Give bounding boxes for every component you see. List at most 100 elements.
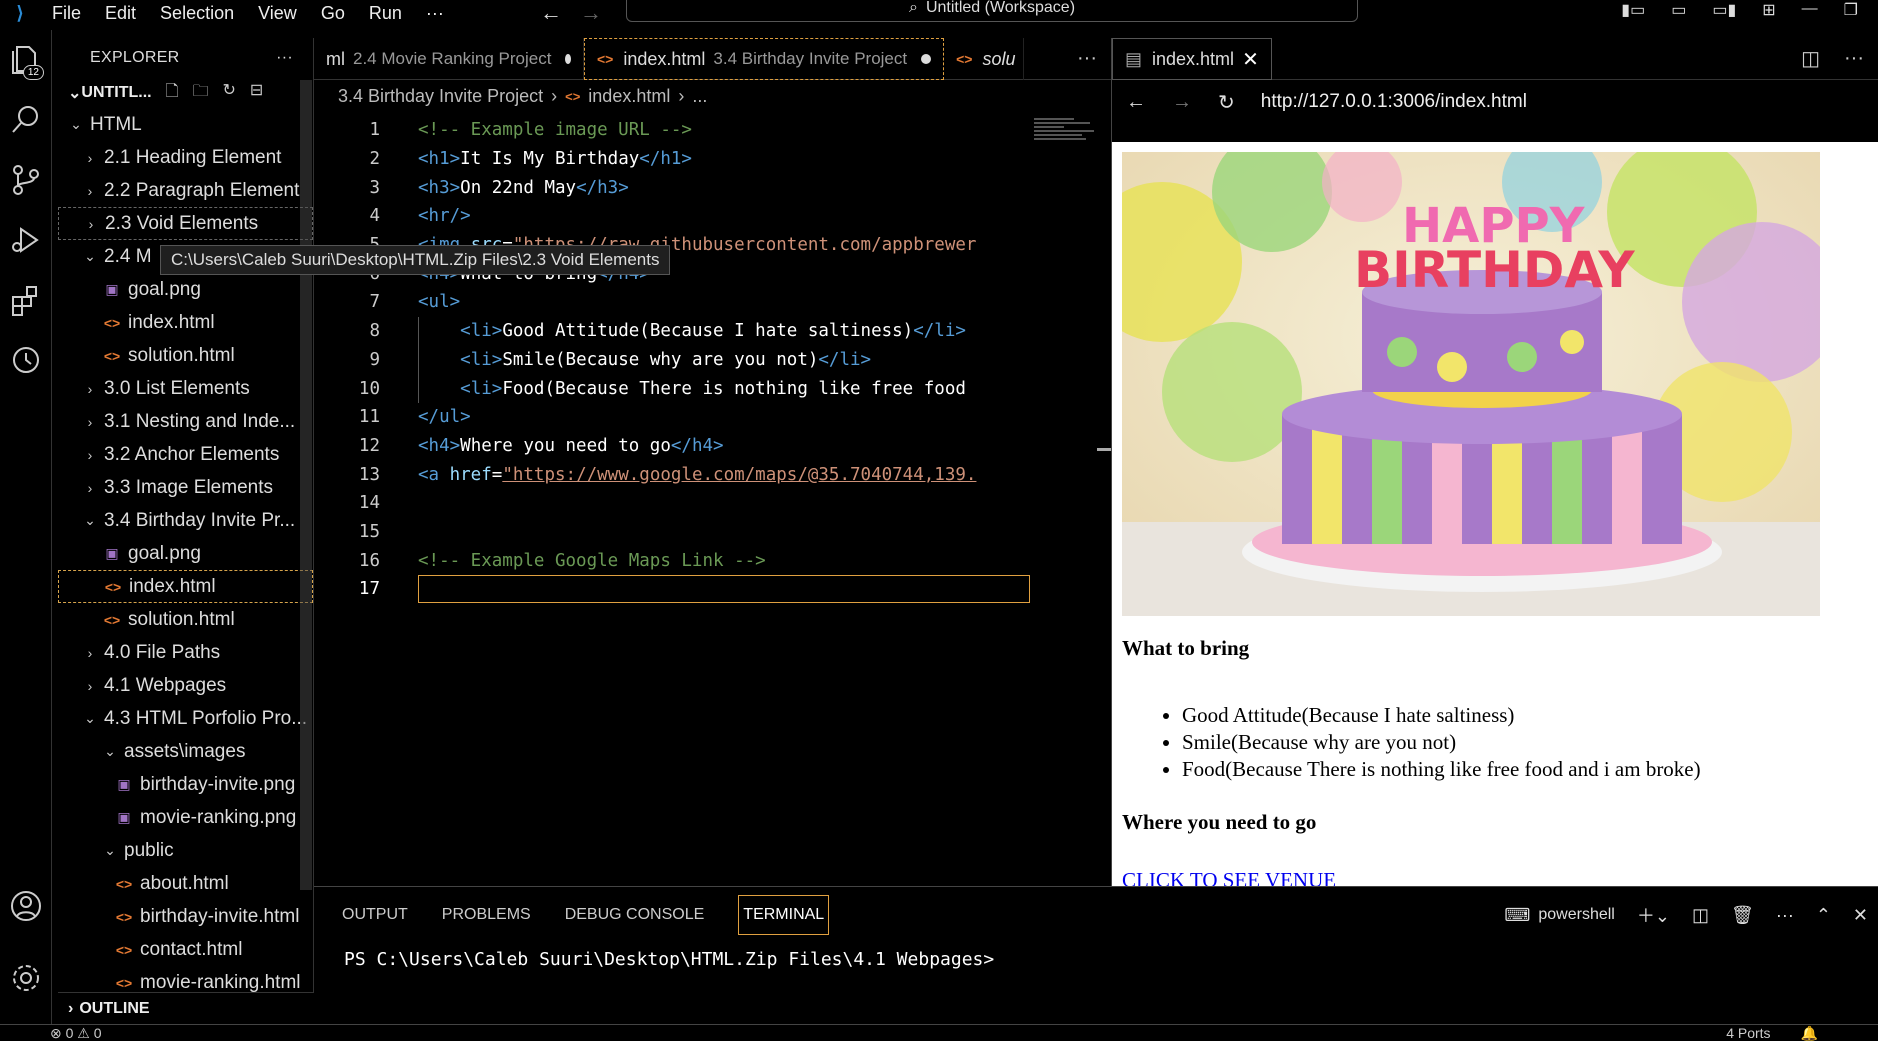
- editor-scrollbar[interactable]: [1097, 118, 1111, 886]
- panel-more-icon[interactable]: ···: [1776, 905, 1794, 926]
- tree-item[interactable]: ⌄ HTML: [58, 108, 313, 141]
- panel-tab-debug-console[interactable]: DEBUG CONSOLE: [565, 906, 705, 924]
- tree-item[interactable]: ⌄ assets\images: [58, 735, 313, 768]
- tab-movie-ranking[interactable]: ml 2.4 Movie Ranking Project: [314, 38, 584, 80]
- menu-run[interactable]: Run: [357, 4, 414, 22]
- code-line[interactable]: 3 <h3>On 22nd May</h3>: [314, 173, 1094, 202]
- tree-item[interactable]: › 4.0 File Paths: [58, 636, 313, 669]
- code-line[interactable]: 7 <ul>: [314, 288, 1094, 317]
- menu-view[interactable]: View: [246, 4, 309, 22]
- code-line[interactable]: 13 <a href="https://www.google.com/maps/@…: [314, 460, 1094, 489]
- explorer-icon[interactable]: 12: [6, 40, 46, 80]
- minimap[interactable]: [1034, 118, 1104, 158]
- extensions-icon[interactable]: [6, 280, 46, 320]
- tree-item[interactable]: ▣ goal.png: [58, 537, 313, 570]
- code-line[interactable]: 14: [314, 489, 1094, 518]
- tree-item[interactable]: <> solution.html: [58, 603, 313, 636]
- close-panel-icon[interactable]: ✕: [1853, 905, 1868, 926]
- tree-item[interactable]: › 3.2 Anchor Elements: [58, 438, 313, 471]
- code-line[interactable]: 1 <!-- Example image URL -->: [314, 116, 1094, 145]
- settings-gear-icon[interactable]: [6, 958, 46, 998]
- tree-item[interactable]: <> contact.html: [58, 933, 313, 966]
- tree-item[interactable]: ⌄ 4.3 HTML Porfolio Pro...: [58, 702, 313, 735]
- code-line[interactable]: 10 <li>Food(Because There is nothing lik…: [314, 374, 1094, 403]
- new-terminal-icon[interactable]: ＋⌄: [1637, 902, 1670, 928]
- venue-link[interactable]: CLICK TO SEE VENUE: [1122, 868, 1336, 886]
- tree-item[interactable]: <> birthday-invite.html: [58, 900, 313, 933]
- tree-item[interactable]: › 2.3 Void Elements: [58, 207, 313, 240]
- maximize-panel-icon[interactable]: ⌃: [1816, 905, 1831, 926]
- code-line[interactable]: 8 <li>Good Attitude(Because I hate salti…: [314, 317, 1094, 346]
- code-line[interactable]: 15: [314, 518, 1094, 547]
- panel-tab-problems[interactable]: PROBLEMS: [442, 906, 531, 924]
- tab-birthday-index[interactable]: <> index.html 3.4 Birthday Invite Projec…: [584, 38, 945, 80]
- ports-status[interactable]: 4 Ports: [1726, 1025, 1770, 1041]
- tree-item[interactable]: ⌄ 3.4 Birthday Invite Pr...: [58, 504, 313, 537]
- menu-file[interactable]: File: [40, 4, 93, 22]
- panel-tab-terminal[interactable]: TERMINAL: [738, 895, 830, 935]
- outline-section[interactable]: › OUTLINE: [58, 992, 314, 1024]
- menu-go[interactable]: Go: [309, 4, 357, 22]
- code-line[interactable]: 12 <h4>Where you need to go</h4>: [314, 432, 1094, 461]
- tree-item[interactable]: ▣ movie-ranking.png: [58, 801, 313, 834]
- tree-item[interactable]: › 2.1 Heading Element: [58, 141, 313, 174]
- toggle-sidebar-icon[interactable]: ▮▭: [1621, 0, 1645, 20]
- tree-item[interactable]: <> about.html: [58, 867, 313, 900]
- tree-item[interactable]: › 3.1 Nesting and Inde...: [58, 405, 313, 438]
- minimize-icon[interactable]: —: [1802, 0, 1818, 20]
- notifications-icon[interactable]: 🔔: [1801, 1025, 1818, 1041]
- layout-icon[interactable]: ⊞: [1762, 0, 1775, 20]
- new-folder-icon[interactable]: 🗀: [193, 80, 209, 107]
- forward-arrow-icon[interactable]: →: [580, 0, 602, 26]
- toggle-panel-icon[interactable]: ▭: [1671, 0, 1686, 20]
- collapse-all-icon[interactable]: ⊟: [250, 80, 263, 107]
- panel-tab-output[interactable]: OUTPUT: [342, 906, 408, 924]
- dirty-dot-icon[interactable]: [921, 54, 932, 64]
- tree-item[interactable]: ▣ birthday-invite.png: [58, 768, 313, 801]
- tree-item[interactable]: › 3.3 Image Elements: [58, 471, 313, 504]
- command-center[interactable]: ⌕ Untitled (Workspace): [626, 0, 1358, 22]
- more-actions-icon[interactable]: ···: [1844, 47, 1864, 70]
- tree-item[interactable]: › 2.2 Paragraph Element: [58, 174, 313, 207]
- breadcrumb-file[interactable]: index.html: [588, 86, 670, 107]
- workspace-header[interactable]: ⌄ UNTITL... 🗋 🗀 ↻ ⊟: [58, 78, 313, 108]
- code-line[interactable]: 17: [314, 575, 1094, 604]
- url-input[interactable]: http://127.0.0.1:3006/index.html: [1261, 91, 1527, 113]
- account-icon[interactable]: [6, 886, 46, 926]
- timeline-icon[interactable]: [6, 340, 46, 380]
- terminal-output[interactable]: PS C:\Users\Caleb Suuri\Desktop\HTML.Zip…: [314, 943, 1878, 976]
- split-terminal-icon[interactable]: ◫: [1692, 905, 1709, 926]
- search-icon[interactable]: [6, 100, 46, 140]
- restore-icon[interactable]: ❐: [1844, 0, 1858, 20]
- code-line[interactable]: 2 <h1>It Is My Birthday</h1>: [314, 145, 1094, 174]
- close-icon[interactable]: ✕: [1242, 47, 1259, 72]
- source-control-icon[interactable]: [6, 160, 46, 200]
- menu-more[interactable]: ···: [414, 4, 456, 22]
- tab-solution[interactable]: <> solu: [944, 38, 1025, 80]
- kill-terminal-icon[interactable]: 🗑: [1731, 905, 1754, 926]
- tree-item[interactable]: <> index.html: [58, 306, 313, 339]
- explorer-more-button[interactable]: ···: [276, 49, 293, 67]
- sidebar-scrollbar[interactable]: [300, 80, 312, 890]
- back-arrow-icon[interactable]: ←: [540, 0, 562, 26]
- tree-item[interactable]: › 3.0 List Elements: [58, 372, 313, 405]
- tabs-more-button[interactable]: ···: [1063, 38, 1111, 79]
- code-line[interactable]: 16 <!-- Example Google Maps Link -->: [314, 546, 1094, 575]
- terminal-shell-selector[interactable]: ⌨ powershell: [1504, 905, 1614, 926]
- reload-icon[interactable]: ↻: [1218, 90, 1235, 115]
- code-line[interactable]: 4 <hr/>: [314, 202, 1094, 231]
- code-line[interactable]: 11 </ul>: [314, 403, 1094, 432]
- toggle-secondary-sidebar-icon[interactable]: ▭▮: [1712, 0, 1736, 20]
- refresh-icon[interactable]: ↻: [223, 80, 236, 107]
- tree-item[interactable]: ⌄ public: [58, 834, 313, 867]
- split-editor-icon[interactable]: ◫: [1801, 46, 1820, 71]
- new-file-icon[interactable]: 🗋: [166, 80, 179, 107]
- code-editor[interactable]: 1 <!-- Example image URL --> 2 <h1>It Is My…: [314, 116, 1094, 886]
- breadcrumb-symbol[interactable]: ...: [692, 86, 707, 107]
- problems-status[interactable]: ⊗ 0 ⚠ 0: [50, 1025, 102, 1041]
- breadcrumb-folder[interactable]: 3.4 Birthday Invite Project: [338, 86, 543, 107]
- menu-edit[interactable]: Edit: [93, 4, 148, 22]
- tab-preview-index[interactable]: ▤ index.html ✕: [1112, 38, 1272, 80]
- browser-back-icon[interactable]: ←: [1126, 91, 1146, 114]
- tree-item[interactable]: › 4.1 Webpages: [58, 669, 313, 702]
